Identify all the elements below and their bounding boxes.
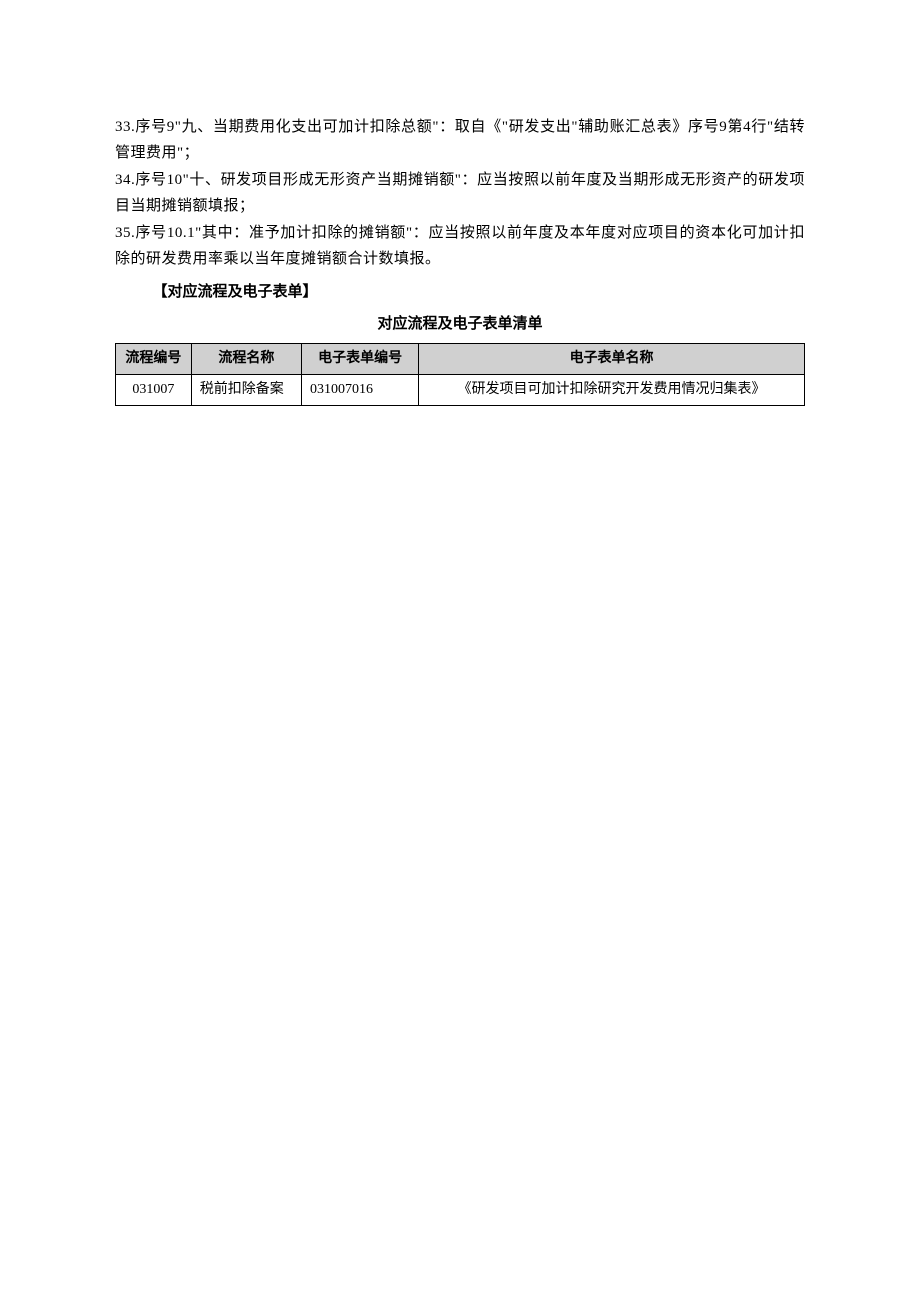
header-process-name: 流程名称 <box>191 344 301 375</box>
paragraph-33: 33.序号9"九、当期费用化支出可加计扣除总额"：取自《"研发支出"辅助账汇总表… <box>115 115 805 166</box>
header-form-number: 电子表单编号 <box>302 344 419 375</box>
table-header-row: 流程编号 流程名称 电子表单编号 电子表单名称 <box>116 344 805 375</box>
process-form-table: 流程编号 流程名称 电子表单编号 电子表单名称 031007 税前扣除备案 03… <box>115 343 805 406</box>
header-process-number: 流程编号 <box>116 344 192 375</box>
section-header: 【对应流程及电子表单】 <box>115 280 805 306</box>
cell-form-number: 031007016 <box>302 374 419 405</box>
table-title: 对应流程及电子表单清单 <box>115 312 805 338</box>
cell-process-name: 税前扣除备案 <box>191 374 301 405</box>
paragraph-34: 34.序号10"十、研发项目形成无形资产当期摊销额"：应当按照以前年度及当期形成… <box>115 168 805 219</box>
cell-form-name: 《研发项目可加计扣除研究开发费用情况归集表》 <box>419 374 805 405</box>
paragraph-35: 35.序号10.1"其中：准予加计扣除的摊销额"：应当按照以前年度及本年度对应项… <box>115 221 805 272</box>
cell-process-number: 031007 <box>116 374 192 405</box>
table-row: 031007 税前扣除备案 031007016 《研发项目可加计扣除研究开发费用… <box>116 374 805 405</box>
header-form-name: 电子表单名称 <box>419 344 805 375</box>
